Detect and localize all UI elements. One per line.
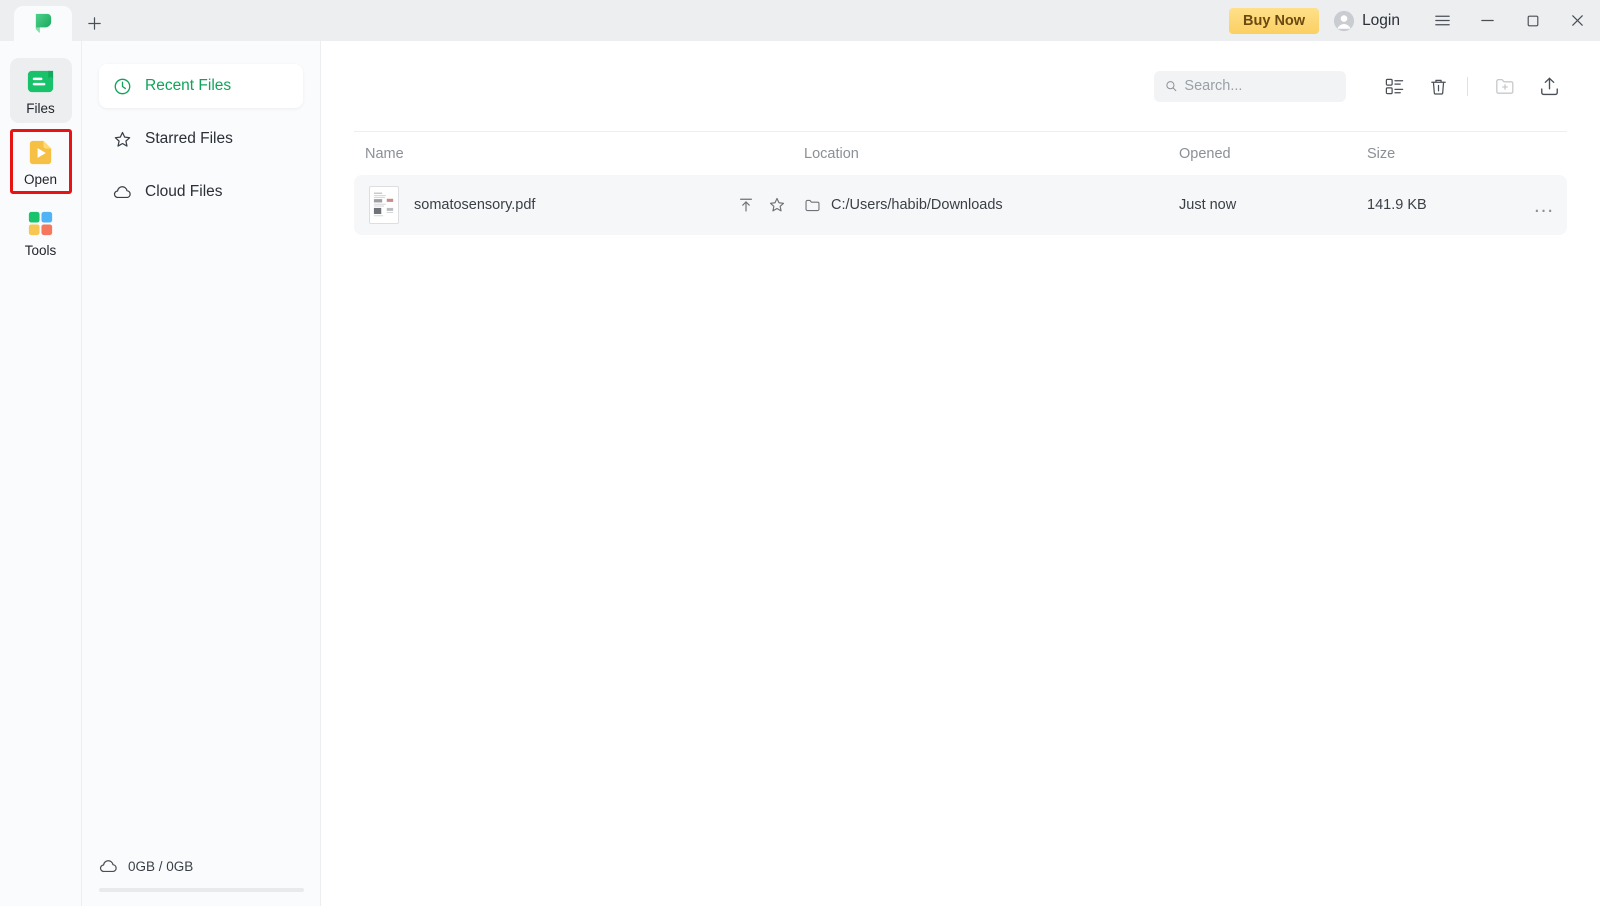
column-header-location: Location bbox=[804, 145, 859, 162]
open-play-icon bbox=[29, 140, 52, 164]
app-tab[interactable] bbox=[14, 6, 72, 41]
sidebar-item-cloud-files[interactable]: Cloud Files bbox=[99, 170, 303, 214]
file-opened-cell: Just now bbox=[1179, 197, 1237, 213]
file-name-label: somatosensory.pdf bbox=[414, 197, 536, 213]
files-icon bbox=[27, 70, 54, 93]
sidebar-item-recent-files[interactable]: Recent Files bbox=[99, 64, 303, 108]
trash-icon bbox=[1430, 79, 1446, 95]
close-button[interactable] bbox=[1555, 0, 1600, 41]
column-header-size: Size bbox=[1367, 145, 1396, 162]
rail-label-open: Open bbox=[23, 171, 58, 187]
pin-to-top-icon bbox=[740, 198, 752, 212]
rail-item-tools[interactable]: Tools bbox=[10, 200, 72, 265]
user-avatar-icon bbox=[1333, 10, 1355, 31]
list-view-button[interactable] bbox=[1376, 68, 1412, 104]
maximize-button[interactable] bbox=[1510, 0, 1555, 41]
file-size-cell: 141.9 KB bbox=[1367, 197, 1427, 213]
search-box[interactable] bbox=[1154, 70, 1346, 102]
column-header-opened: Opened bbox=[1179, 145, 1231, 162]
cloud-icon bbox=[113, 185, 131, 198]
star-button[interactable] bbox=[768, 196, 786, 214]
close-icon bbox=[1572, 15, 1583, 26]
sidebar-item-starred-files[interactable]: Starred Files bbox=[99, 117, 303, 161]
tools-grid-icon bbox=[28, 211, 53, 235]
icon-rail: Files Open Tools bbox=[0, 41, 82, 906]
upload-button[interactable] bbox=[1531, 68, 1567, 104]
login-button[interactable]: Login bbox=[1333, 10, 1400, 32]
star-icon bbox=[769, 197, 785, 212]
trash-button[interactable] bbox=[1420, 68, 1456, 104]
pdf-page-thumbnail-icon bbox=[369, 186, 399, 224]
rail-item-open[interactable]: Open bbox=[9, 128, 72, 194]
star-icon bbox=[114, 131, 131, 147]
plus-icon bbox=[87, 17, 101, 30]
tab-strip bbox=[0, 0, 116, 41]
hamburger-menu-icon bbox=[1435, 15, 1450, 26]
row-more-button[interactable]: … bbox=[1533, 194, 1555, 217]
storage-indicator: 0GB / 0GB bbox=[82, 857, 321, 906]
minimize-icon bbox=[1481, 19, 1494, 22]
sidebar-label-recent-files: Recent Files bbox=[145, 77, 232, 94]
login-label: Login bbox=[1362, 11, 1400, 29]
pin-to-top-button[interactable] bbox=[737, 196, 755, 214]
table-header: Name Location Opened Size bbox=[354, 131, 1567, 175]
buy-now-button[interactable]: Buy Now bbox=[1229, 7, 1320, 34]
rail-label-files: Files bbox=[26, 101, 55, 116]
nav-panel: Recent Files Starred Files Cloud Files 0… bbox=[82, 41, 321, 906]
new-folder-icon bbox=[1496, 78, 1514, 94]
file-location-label: C:/Users/habib/Downloads bbox=[831, 197, 1003, 213]
app-logo-green-p-icon bbox=[35, 13, 51, 34]
new-folder-button[interactable] bbox=[1487, 68, 1523, 104]
table-row[interactable]: somatosensory.pdf C:/Users/habib/Downloa… bbox=[354, 175, 1567, 235]
sidebar-label-starred-files: Starred Files bbox=[145, 130, 233, 147]
row-action-group bbox=[737, 196, 804, 214]
file-location-cell: C:/Users/habib/Downloads bbox=[804, 197, 1179, 214]
toolbar-divider bbox=[1467, 76, 1468, 96]
clock-icon bbox=[114, 78, 131, 94]
rail-label-tools: Tools bbox=[24, 242, 57, 258]
files-table: Name Location Opened Size somatosensory.… bbox=[321, 131, 1600, 235]
title-bar-actions: Buy Now Login bbox=[1229, 0, 1600, 41]
title-bar: Buy Now Login bbox=[0, 0, 1600, 41]
main-content: Name Location Opened Size bbox=[321, 41, 1600, 906]
cloud-icon bbox=[99, 860, 117, 873]
search-icon bbox=[1166, 81, 1177, 92]
column-header-name: Name bbox=[365, 145, 404, 162]
upload-icon bbox=[1540, 77, 1558, 95]
list-view-icon bbox=[1385, 78, 1403, 94]
minimize-button[interactable] bbox=[1465, 0, 1510, 41]
hamburger-menu-button[interactable] bbox=[1420, 0, 1465, 41]
search-input[interactable] bbox=[1184, 78, 1335, 94]
folder-icon bbox=[805, 199, 820, 211]
rail-item-files[interactable]: Files bbox=[9, 58, 72, 123]
storage-usage-text: 0GB / 0GB bbox=[128, 859, 194, 874]
maximize-icon bbox=[1527, 15, 1538, 26]
new-tab-button[interactable] bbox=[72, 6, 116, 41]
sidebar-label-cloud-files: Cloud Files bbox=[145, 183, 223, 200]
storage-progress-bar bbox=[99, 888, 304, 892]
file-name-cell: somatosensory.pdf bbox=[354, 186, 804, 224]
content-toolbar bbox=[321, 41, 1600, 131]
